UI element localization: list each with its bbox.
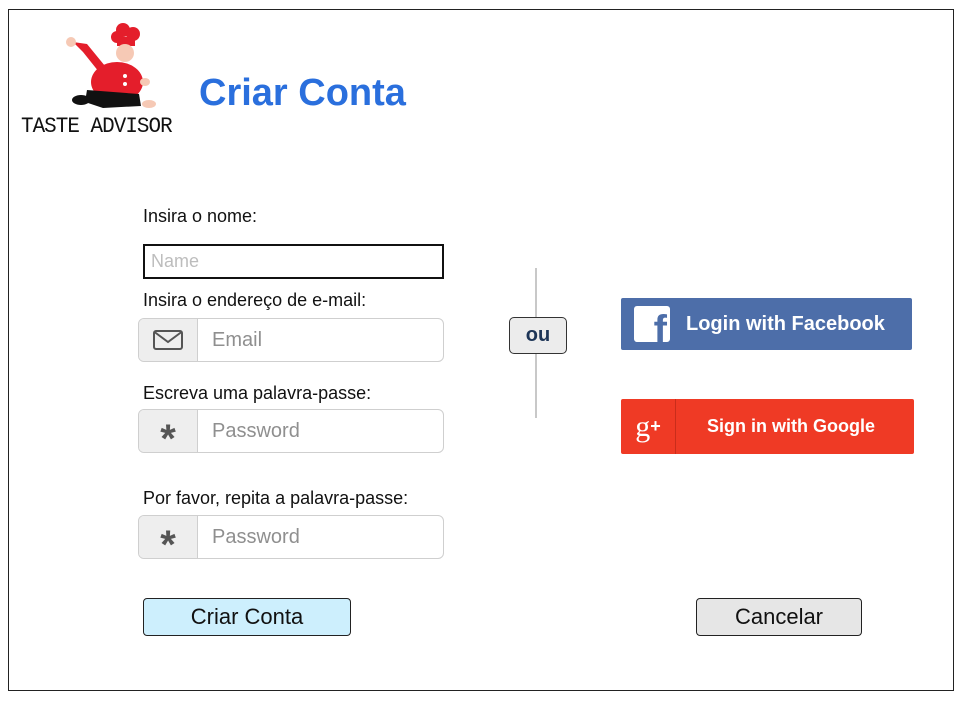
taste-advisor-logo: TASTE ADVISOR bbox=[19, 20, 181, 146]
asterisk-icon: * bbox=[160, 523, 176, 559]
repeat-password-addon: * bbox=[139, 516, 198, 558]
google-signin-label: Sign in with Google bbox=[707, 416, 875, 436]
or-separator: ou bbox=[509, 317, 567, 354]
repeat-password-label: Por favor, repita a palavra-passe: bbox=[143, 488, 409, 508]
page-title: Criar Conta bbox=[199, 72, 406, 114]
email-field bbox=[138, 318, 444, 362]
google-signin-button[interactable]: g + Sign in with Google bbox=[621, 399, 914, 454]
email-input[interactable] bbox=[198, 319, 438, 361]
envelope-icon bbox=[153, 330, 183, 350]
divider-top bbox=[535, 268, 537, 317]
name-label: Insira o nome: bbox=[143, 206, 258, 226]
facebook-login-label: Login with Facebook bbox=[686, 312, 885, 335]
repeat-password-input[interactable] bbox=[198, 516, 438, 558]
create-account-button[interactable]: Criar Conta bbox=[143, 598, 351, 636]
facebook-login-button[interactable]: f Login with Facebook bbox=[621, 298, 912, 350]
google-plus-icon: g + bbox=[621, 399, 676, 454]
password-addon: * bbox=[139, 410, 198, 452]
name-input[interactable] bbox=[143, 244, 444, 279]
asterisk-icon: * bbox=[160, 417, 176, 453]
password-field: * bbox=[138, 409, 444, 453]
cancel-button[interactable]: Cancelar bbox=[696, 598, 862, 636]
repeat-password-field: * bbox=[138, 515, 444, 559]
password-label: Escreva uma palavra-passe: bbox=[143, 383, 372, 403]
logo-text: TASTE ADVISOR bbox=[21, 114, 173, 139]
email-label: Insira o endereço de e-mail: bbox=[143, 290, 367, 310]
email-addon bbox=[139, 319, 198, 361]
password-input[interactable] bbox=[198, 410, 438, 452]
facebook-icon: f bbox=[634, 306, 670, 342]
chef-mascot-icon bbox=[66, 23, 156, 108]
divider-bottom bbox=[535, 354, 537, 418]
